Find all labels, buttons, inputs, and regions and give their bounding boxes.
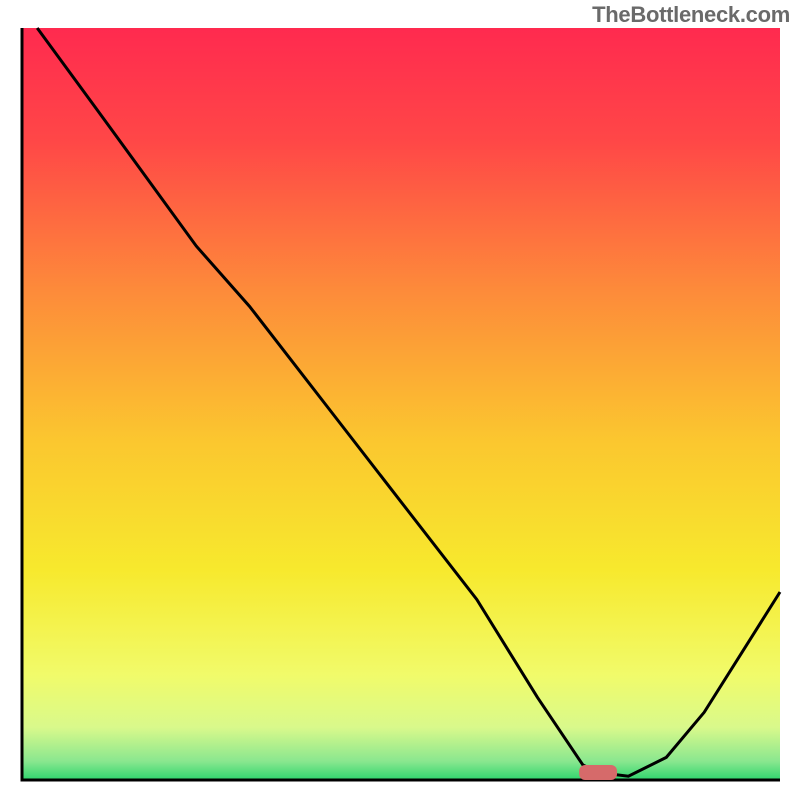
- optimal-marker: [579, 765, 617, 780]
- chart-container: TheBottleneck.com: [0, 0, 800, 800]
- bottleneck-chart: [0, 0, 800, 800]
- watermark-text: TheBottleneck.com: [592, 2, 790, 28]
- plot-background: [22, 28, 780, 780]
